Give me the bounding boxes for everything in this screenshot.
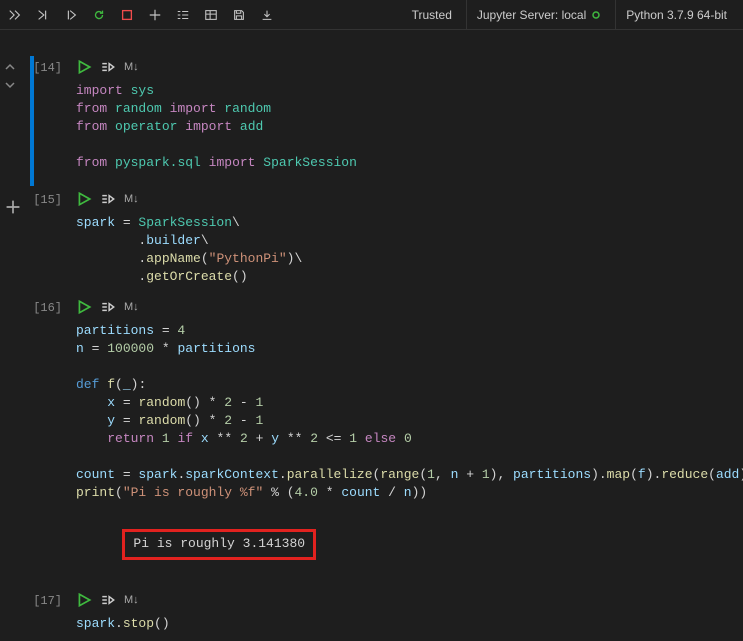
chevron-down-icon[interactable] [3,78,17,92]
export-icon[interactable] [258,6,276,24]
run-cell-icon[interactable] [76,191,92,207]
interrupt-icon[interactable] [118,6,136,24]
fold-gutter [3,58,17,92]
cell-toolbar: M↓ [70,589,739,611]
server-label: Jupyter Server: local [477,8,586,22]
cell-output: Pi is roughly 3.141380 [64,510,743,579]
run-by-line-icon[interactable] [100,191,116,207]
chevron-up-icon[interactable] [3,60,17,74]
cell-toolbar: M↓ [70,56,739,78]
run-cell-icon[interactable] [76,592,92,608]
execution-count: [15] [0,188,70,207]
cell-toolbar: M↓ [70,296,743,318]
run-cell-icon[interactable] [76,299,92,315]
add-cell-icon[interactable] [146,6,164,24]
markdown-toggle[interactable]: M↓ [124,301,139,313]
trusted-status[interactable]: Trusted [402,0,462,30]
cell-selection-bar [30,56,34,186]
output-highlight-box: Pi is roughly 3.141380 [122,529,316,560]
markdown-toggle[interactable]: M↓ [124,61,139,73]
cell-toolbar: M↓ [70,188,739,210]
code-editor[interactable]: partitions = 4 n = 100000 * partitions d… [70,318,743,510]
restart-icon[interactable] [90,6,108,24]
run-by-line-icon[interactable] [100,592,116,608]
notebook-body: [14] M↓ import sys from random import ra… [0,30,743,641]
server-status[interactable]: Jupyter Server: local [466,0,611,30]
markdown-toggle[interactable]: M↓ [124,193,139,205]
notebook-toolbar: Trusted Jupyter Server: local Python 3.7… [0,0,743,30]
save-icon[interactable] [230,6,248,24]
clear-outputs-icon[interactable] [174,6,192,24]
code-cell[interactable]: [15] M↓ spark = SparkSession\ .builder\ … [0,188,743,294]
kernel-status[interactable]: Python 3.7.9 64-bit [615,0,737,30]
run-by-line-icon[interactable] [100,299,116,315]
markdown-toggle[interactable]: M↓ [124,594,139,606]
trusted-label: Trusted [412,8,452,22]
run-below-icon[interactable] [62,6,80,24]
server-connected-icon [591,10,601,20]
run-cell-icon[interactable] [76,59,92,75]
code-editor[interactable]: spark.stop() [70,611,739,641]
run-all-icon[interactable] [6,6,24,24]
run-by-line-icon[interactable] [100,59,116,75]
code-cell[interactable]: [16] M↓ partitions = 4 n = 100000 * part… [0,296,743,579]
code-editor[interactable]: import sys from random import random fro… [70,78,739,180]
variables-icon[interactable] [202,6,220,24]
execution-count: [17] [0,589,70,608]
run-above-icon[interactable] [34,6,52,24]
code-cell[interactable]: [14] M↓ import sys from random import ra… [0,56,743,186]
execution-count: [16] [0,296,70,315]
code-editor[interactable]: spark = SparkSession\ .builder\ .appName… [70,210,739,294]
kernel-label: Python 3.7.9 64-bit [626,8,727,22]
code-cell[interactable]: [17] M↓ spark.stop() [0,589,743,641]
